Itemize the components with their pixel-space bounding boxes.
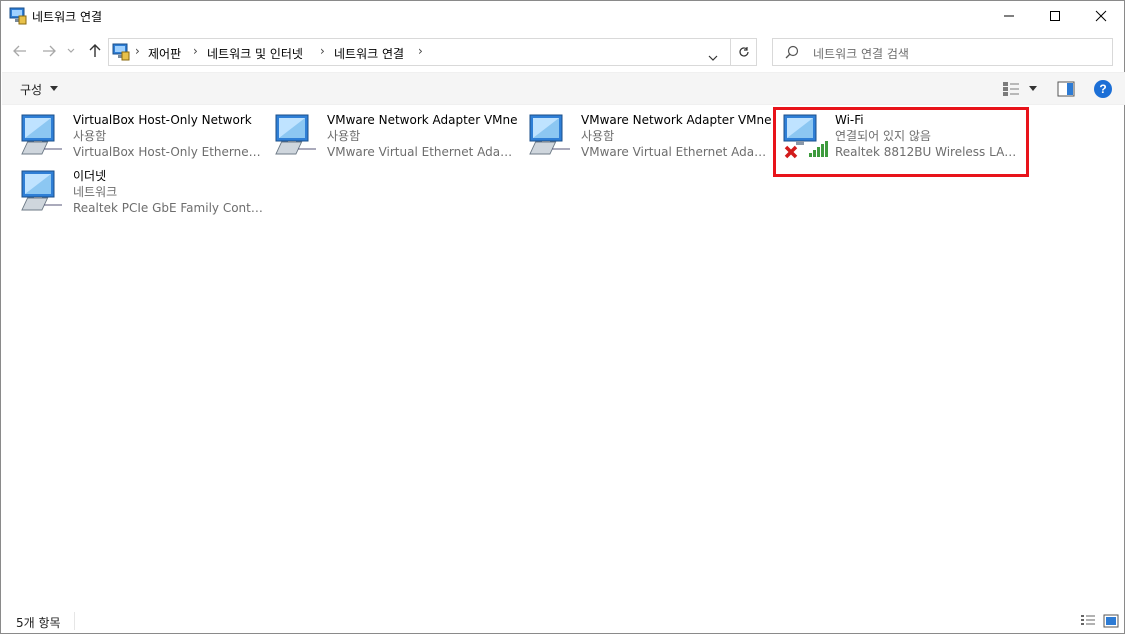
refresh-button[interactable] <box>730 38 757 66</box>
network-connections-icon <box>9 7 27 25</box>
ethernet-adapter-icon <box>529 114 570 155</box>
breadcrumb-separator-icon[interactable]: › <box>320 44 325 58</box>
connection-name: VMware Network Adapter VMnet1 <box>327 113 517 127</box>
breadcrumb-control-panel[interactable]: 제어판 <box>148 45 181 62</box>
search-input[interactable]: 네트워크 연결 검색 <box>772 38 1113 66</box>
minimize-button[interactable] <box>986 1 1032 31</box>
arrow-left-icon <box>13 45 26 57</box>
up-button[interactable] <box>85 41 105 61</box>
arrow-up-icon <box>89 44 101 57</box>
connections-list: VirtualBox Host-Only Network 사용함 Virtual… <box>2 105 1125 607</box>
close-icon <box>1095 10 1107 22</box>
title-bar: 네트워크 연결 <box>1 1 1124 32</box>
connection-name: 이더넷 <box>73 169 107 183</box>
connection-text: VirtualBox Host-Only Network 사용함 Virtual… <box>73 112 263 160</box>
status-divider <box>74 612 75 630</box>
address-dropdown-button[interactable] <box>698 44 728 72</box>
status-bar: 5개 항목 <box>2 608 1125 634</box>
search-placeholder: 네트워크 연결 검색 <box>813 47 909 61</box>
window-title: 네트워크 연결 <box>32 10 103 24</box>
maximize-icon <box>1050 11 1060 21</box>
connection-name: VMware Network Adapter VMnet8 <box>581 113 771 127</box>
forward-button[interactable] <box>39 41 59 61</box>
organize-chevron-icon[interactable] <box>50 86 58 91</box>
connection-text: 이더넷 네트워크 Realtek PCIe GbE Family Control… <box>73 168 263 216</box>
details-view-icon[interactable] <box>1080 614 1096 628</box>
connection-item-vmnet8[interactable]: VMware Network Adapter VMnet8 사용함 VMware… <box>510 105 771 161</box>
back-button[interactable] <box>10 41 30 61</box>
connection-name: VirtualBox Host-Only Network <box>73 113 252 127</box>
connection-status: 사용함 <box>73 129 107 143</box>
wifi-highlight-box <box>773 107 1029 177</box>
connection-text: VMware Network Adapter VMnet8 사용함 VMware… <box>581 112 771 160</box>
connection-device: VirtualBox Host-Only Ethernet A... <box>73 145 263 159</box>
connection-text: VMware Network Adapter VMnet1 사용함 VMware… <box>327 112 517 160</box>
close-button[interactable] <box>1078 1 1124 31</box>
address-bar[interactable]: › 제어판 › 네트워크 및 인터넷 › 네트워크 연결 › <box>108 38 757 66</box>
item-count: 5개 항목 <box>16 616 61 630</box>
arrow-right-icon <box>43 45 56 57</box>
preview-pane-icon[interactable] <box>1057 81 1075 97</box>
change-view-icon[interactable] <box>1002 81 1020 97</box>
minimize-icon <box>1004 15 1014 17</box>
connection-status: 사용함 <box>327 129 361 143</box>
maximize-button[interactable] <box>1032 1 1078 31</box>
breadcrumb-separator-icon[interactable]: › <box>193 44 198 58</box>
large-icons-view-icon[interactable] <box>1103 614 1119 628</box>
help-button[interactable]: ? <box>1094 80 1112 98</box>
connection-item-virtualbox[interactable]: VirtualBox Host-Only Network 사용함 Virtual… <box>2 105 263 161</box>
chevron-down-icon <box>708 55 718 61</box>
search-icon <box>785 45 799 59</box>
ethernet-adapter-icon <box>21 170 62 211</box>
breadcrumb-separator-icon[interactable]: › <box>418 44 423 58</box>
command-bar: 구성 ? <box>2 72 1125 105</box>
refresh-icon <box>738 47 749 57</box>
chevron-down-icon <box>67 48 75 53</box>
navigation-bar: › 제어판 › 네트워크 및 인터넷 › 네트워크 연결 › 네트워크 연결 검… <box>1 33 1124 71</box>
breadcrumb-network-internet[interactable]: 네트워크 및 인터넷 <box>207 45 303 62</box>
connection-device: VMware Virtual Ethernet Adapter... <box>581 145 771 159</box>
view-options-chevron-icon[interactable] <box>1029 86 1037 91</box>
breadcrumb-network-connections[interactable]: 네트워크 연결 <box>334 45 404 62</box>
ethernet-adapter-icon <box>21 114 62 155</box>
recent-locations-button[interactable] <box>65 41 77 61</box>
breadcrumb-separator-icon[interactable]: › <box>135 44 140 58</box>
ethernet-adapter-icon <box>275 114 316 155</box>
connection-item-vmnet1[interactable]: VMware Network Adapter VMnet1 사용함 VMware… <box>256 105 517 161</box>
connection-item-ethernet[interactable]: 이더넷 네트워크 Realtek PCIe GbE Family Control… <box>2 161 263 217</box>
connection-status: 사용함 <box>581 129 615 143</box>
connection-status: 네트워크 <box>73 185 118 199</box>
connection-device: VMware Virtual Ethernet Adapter... <box>327 145 517 159</box>
connection-device: Realtek PCIe GbE Family Controller <box>73 201 263 215</box>
control-panel-icon <box>112 43 130 61</box>
organize-button[interactable]: 구성 <box>20 81 42 98</box>
explorer-window: 네트워크 연결 › 제어판 › 네트워크 및 인터넷 › 네트워크 연결 › 네… <box>0 0 1125 634</box>
